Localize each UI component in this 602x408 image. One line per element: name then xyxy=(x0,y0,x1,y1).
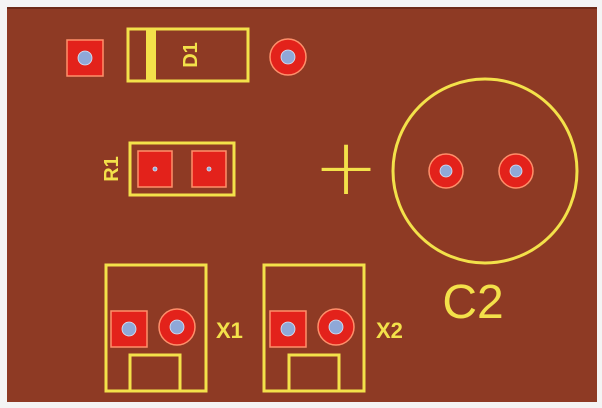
x2-designator: X2 xyxy=(376,318,403,343)
pcb-canvas: D1 R1 + C2 X1 X2 xyxy=(7,7,597,402)
c2-polarity-mark: + xyxy=(313,123,378,213)
x1-designator: X1 xyxy=(216,318,243,343)
d1-cathode-band xyxy=(146,29,156,81)
x2-drill-1 xyxy=(280,321,296,337)
c2-drill-1 xyxy=(439,164,453,178)
d1-drill-2 xyxy=(280,49,296,65)
x1-drill-2 xyxy=(169,319,185,335)
c2-designator: C2 xyxy=(442,276,503,329)
d1-drill-1 xyxy=(77,50,93,66)
x2-drill-2 xyxy=(328,319,344,335)
r1-designator: R1 xyxy=(101,156,123,182)
d1-designator: D1 xyxy=(180,42,202,68)
c2-drill-2 xyxy=(509,164,523,178)
x1-drill-1 xyxy=(121,321,137,337)
pcb-layout-view: D1 R1 + C2 X1 X2 xyxy=(0,0,602,408)
r1-pad-1-marker xyxy=(152,166,158,172)
r1-pad-2-marker xyxy=(206,166,212,172)
